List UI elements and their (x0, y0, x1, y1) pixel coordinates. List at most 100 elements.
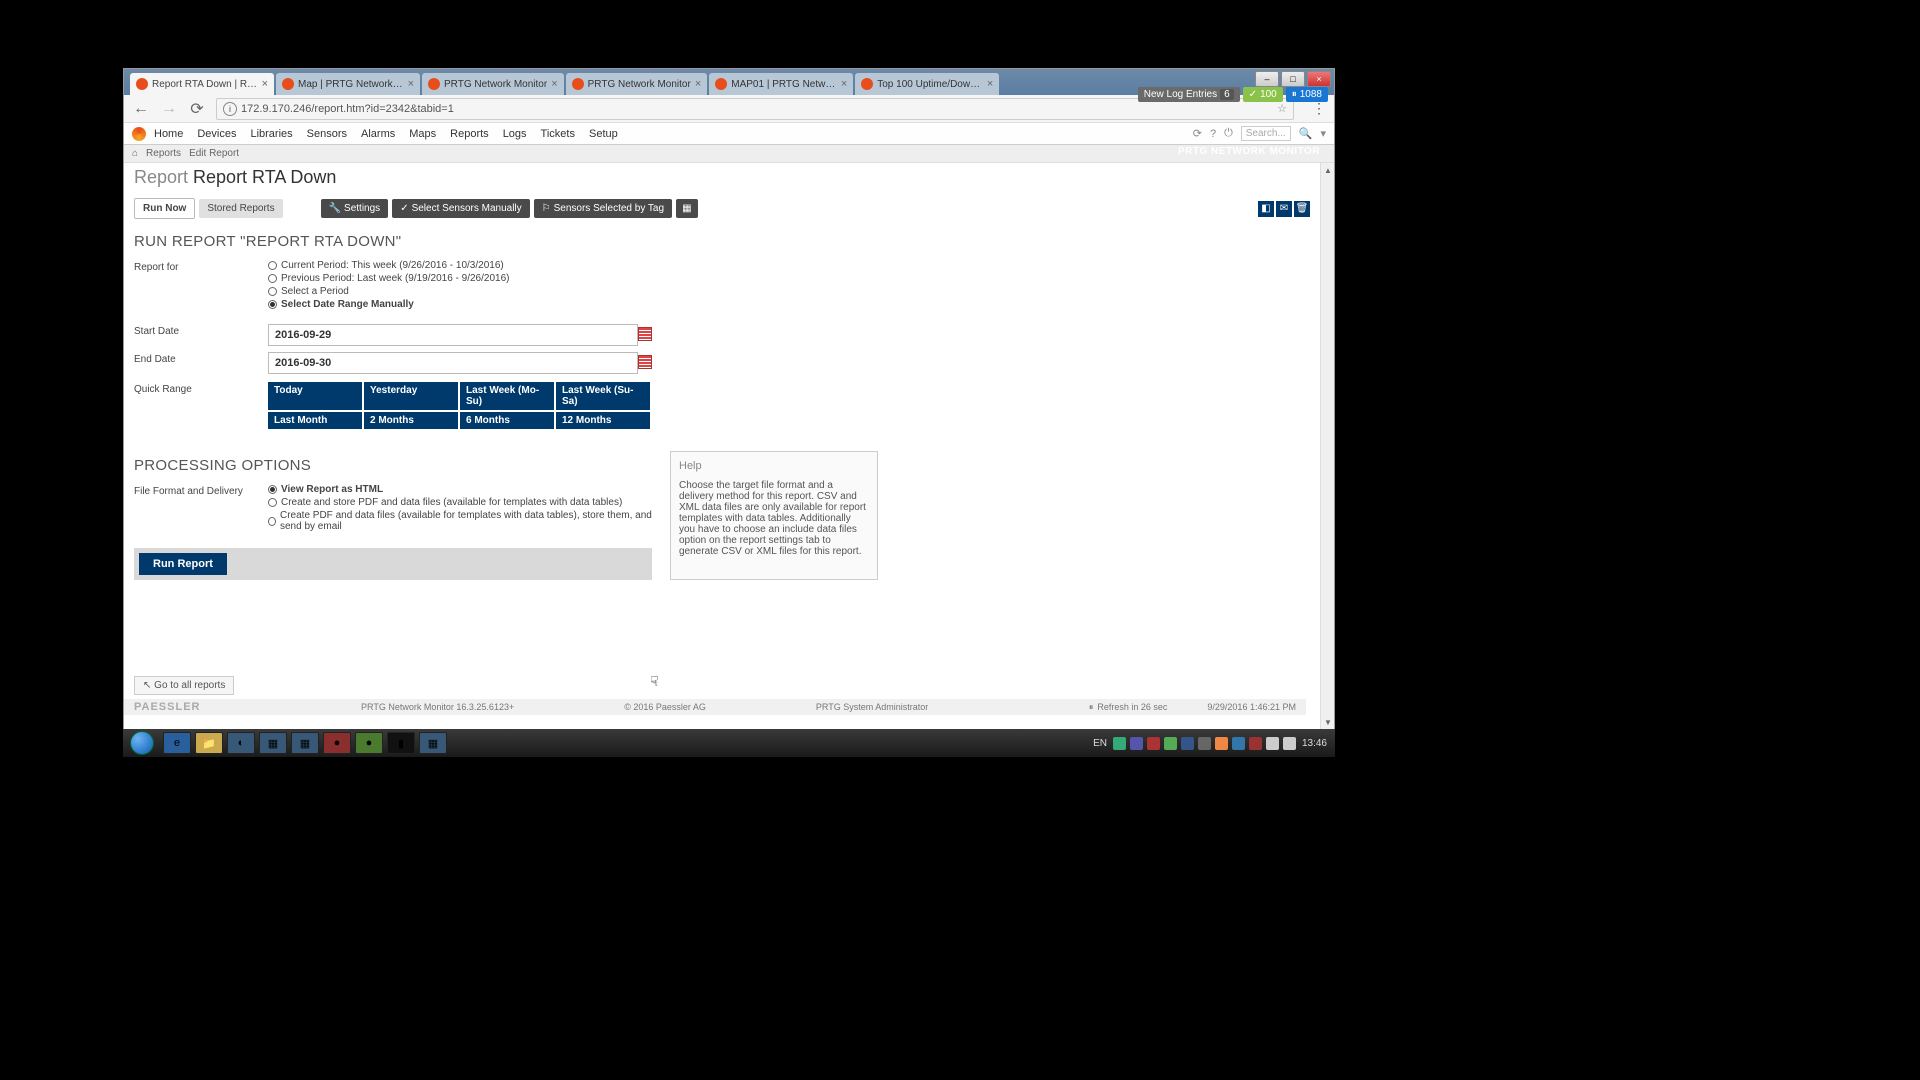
tray-icon[interactable] (1181, 737, 1194, 750)
action-icon-3[interactable]: 🗑 (1294, 201, 1310, 217)
tab-menu[interactable]: ▦ (676, 199, 697, 218)
status-up-chip[interactable]: ✓ 100 (1243, 87, 1283, 102)
radio-select-period[interactable]: Select a Period (268, 286, 654, 297)
refresh-icon[interactable]: ⟳ (1193, 127, 1202, 140)
tray-icon[interactable] (1198, 737, 1211, 750)
tab-run-now[interactable]: Run Now (134, 198, 195, 219)
scroll-up-icon[interactable]: ▲ (1321, 163, 1335, 177)
tab-4[interactable]: PRTG Network Monitor× (566, 73, 708, 95)
newlog-chip[interactable]: New Log Entries6 (1138, 87, 1240, 102)
search-input[interactable]: Search... (1241, 126, 1291, 141)
expand-icon[interactable]: ▾ (1320, 127, 1326, 140)
action-icon-2[interactable]: ✉ (1276, 201, 1292, 217)
help-icon[interactable]: ? (1210, 128, 1216, 140)
prtg-logo-icon[interactable] (132, 127, 146, 141)
nav-maps[interactable]: Maps (409, 128, 436, 140)
taskbar-explorer[interactable]: 📁 (195, 732, 223, 754)
taskbar-chrome[interactable]: ◐ (227, 732, 255, 754)
taskbar-app4[interactable]: ● (355, 732, 383, 754)
scroll-down-icon[interactable]: ▼ (1321, 715, 1335, 729)
nav-home[interactable]: Home (154, 128, 183, 140)
nav-sensors[interactable]: Sensors (307, 128, 347, 140)
pause-icon[interactable]: ⏸ (1089, 702, 1094, 713)
quick-lastmonth[interactable]: Last Month (268, 412, 362, 429)
site-info-icon[interactable]: i (223, 102, 237, 116)
taskbar-cmd[interactable]: ▮ (387, 732, 415, 754)
calendar-icon[interactable] (638, 327, 652, 341)
url-field[interactable]: i 172.9.170.246/report.htm?id=2342&tabid… (216, 98, 1294, 120)
radio-manual-range[interactable]: Select Date Range Manually (268, 299, 654, 310)
nav-setup[interactable]: Setup (589, 128, 618, 140)
quick-lastweek-su[interactable]: Last Week (Su-Sa) (556, 382, 650, 410)
nav-reports[interactable]: Reports (450, 128, 489, 140)
lang-indicator[interactable]: EN (1093, 738, 1107, 749)
quick-12months[interactable]: 12 Months (556, 412, 650, 429)
start-date-input[interactable] (268, 324, 638, 346)
nav-devices[interactable]: Devices (197, 128, 236, 140)
goto-all-reports[interactable]: ↖ Go to all reports (134, 676, 234, 695)
radio-previous-period[interactable]: Previous Period: Last week (9/19/2016 - … (268, 273, 654, 284)
taskbar-app1[interactable]: ▦ (259, 732, 287, 754)
bookmark-icon[interactable]: ☆ (1277, 102, 1287, 115)
tab-select-by-tag[interactable]: ⚐Sensors Selected by Tag (534, 199, 672, 218)
maximize-button[interactable]: □ (1281, 71, 1305, 87)
vertical-scrollbar[interactable]: ▲ ▼ (1320, 163, 1334, 729)
breadcrumb-reports[interactable]: Reports (146, 148, 181, 159)
radio-pdf[interactable]: Create and store PDF and data files (ava… (268, 497, 654, 508)
close-icon[interactable]: × (695, 78, 701, 90)
tab-1[interactable]: Report RTA Down | Rep...× (130, 73, 274, 95)
tab-stored-reports[interactable]: Stored Reports (199, 199, 282, 218)
nav-tickets[interactable]: Tickets (541, 128, 575, 140)
nav-libraries[interactable]: Libraries (250, 128, 292, 140)
close-icon[interactable]: × (551, 78, 557, 90)
end-date-input[interactable] (268, 352, 638, 374)
taskbar-app2[interactable]: ▦ (291, 732, 319, 754)
run-report-button[interactable]: Run Report (139, 553, 227, 575)
back-button[interactable]: ← (132, 100, 150, 118)
tray-icon[interactable] (1232, 737, 1245, 750)
forward-button[interactable]: → (160, 100, 178, 118)
status-pause-chip[interactable]: ⏸ 1088 (1286, 87, 1328, 102)
calendar-icon[interactable] (638, 355, 652, 369)
breadcrumb-edit[interactable]: Edit Report (189, 148, 239, 159)
start-button[interactable] (123, 729, 161, 757)
tray-icon[interactable] (1249, 737, 1262, 750)
browser-menu-icon[interactable]: ⋮ (1312, 100, 1326, 117)
tab-2[interactable]: Map | PRTG Network M...× (276, 73, 420, 95)
tab-3[interactable]: PRTG Network Monitor× (422, 73, 564, 95)
nav-alarms[interactable]: Alarms (361, 128, 395, 140)
radio-email[interactable]: Create PDF and data files (available for… (268, 510, 654, 532)
tab-6[interactable]: Top 100 Uptime/Downt...× (855, 73, 999, 95)
close-icon[interactable]: × (841, 78, 847, 90)
close-icon[interactable]: × (987, 78, 993, 90)
clock[interactable]: 13:46 (1302, 738, 1327, 749)
home-icon[interactable]: ⌂ (132, 148, 138, 159)
tab-settings[interactable]: 🔧Settings (321, 199, 389, 218)
quick-lastweek-mo[interactable]: Last Week (Mo-Su) (460, 382, 554, 410)
radio-current-period[interactable]: Current Period: This week (9/26/2016 - 1… (268, 260, 654, 271)
tray-icon[interactable] (1266, 737, 1279, 750)
power-icon[interactable]: ⏻ (1224, 127, 1233, 140)
quick-6months[interactable]: 6 Months (460, 412, 554, 429)
tab-select-manually[interactable]: ✓Select Sensors Manually (392, 199, 529, 218)
taskbar-app3[interactable]: ● (323, 732, 351, 754)
tray-icon[interactable] (1215, 737, 1228, 750)
tray-icon[interactable] (1147, 737, 1160, 750)
close-icon[interactable]: × (408, 78, 414, 90)
quick-yesterday[interactable]: Yesterday (364, 382, 458, 410)
volume-icon[interactable] (1283, 737, 1296, 750)
reload-button[interactable]: ⟳ (188, 100, 206, 118)
radio-html[interactable]: View Report as HTML (268, 484, 654, 495)
nav-logs[interactable]: Logs (503, 128, 527, 140)
tray-icon[interactable] (1130, 737, 1143, 750)
tray-icon[interactable] (1113, 737, 1126, 750)
quick-today[interactable]: Today (268, 382, 362, 410)
search-icon[interactable]: 🔍 (1299, 127, 1313, 140)
taskbar-ie[interactable]: e (163, 732, 191, 754)
action-icon-1[interactable]: ◧ (1258, 201, 1274, 217)
close-icon[interactable]: × (262, 78, 268, 90)
minimize-button[interactable]: – (1255, 71, 1279, 87)
tab-5[interactable]: MAP01 | PRTG Network...× (709, 73, 853, 95)
tray-icon[interactable] (1164, 737, 1177, 750)
close-button[interactable]: × (1307, 71, 1331, 87)
